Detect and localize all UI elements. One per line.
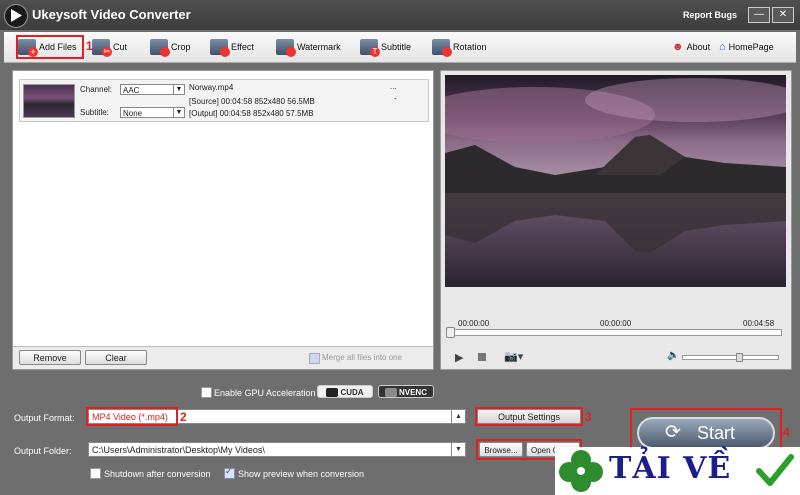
gpu-label: Enable GPU Acceleration bbox=[214, 388, 316, 398]
chevron-down-icon: ▼ bbox=[451, 443, 465, 456]
highlight-start bbox=[630, 408, 782, 452]
clear-button[interactable]: Clear bbox=[85, 350, 147, 365]
title-bar: Ukeysoft Video Converter Report Bugs — ✕ bbox=[0, 0, 800, 30]
volume-handle[interactable] bbox=[736, 353, 743, 362]
file-list-panel: Channel: AAC ▼ Subtitle: None ▼ Norway.m… bbox=[12, 70, 434, 370]
crop-icon bbox=[150, 39, 170, 57]
stop-icon[interactable] bbox=[478, 353, 486, 361]
cut-label: Cut bbox=[113, 42, 128, 52]
subtitle-icon: T bbox=[360, 39, 380, 57]
preview-label: Show preview when conversion bbox=[238, 469, 365, 479]
nvidia-icon bbox=[326, 388, 339, 398]
chevron-down-icon: ▼ bbox=[173, 108, 184, 117]
watermark-button[interactable]: Watermark bbox=[276, 37, 341, 57]
file-name: Norway.mp4 bbox=[189, 83, 234, 92]
channel-select[interactable]: AAC ▼ bbox=[120, 84, 185, 95]
play-icon[interactable]: ▶ bbox=[455, 351, 463, 364]
highlight-add-files bbox=[16, 35, 84, 59]
subtitle-button[interactable]: T Subtitle bbox=[360, 37, 411, 57]
homepage-label: HomePage bbox=[728, 42, 774, 52]
subtitle-value: None bbox=[123, 109, 143, 118]
output-folder-value: C:\Users\Administrator\Desktop\My Videos… bbox=[92, 445, 265, 455]
subtitle-label: Subtitle bbox=[381, 42, 412, 52]
source-info: [Source] 00:04:58 852x480 56.5MB bbox=[189, 97, 315, 106]
merge-label: Merge all files into one bbox=[322, 353, 403, 362]
file-list-actions: Remove Clear Merge all files into one bbox=[13, 346, 433, 369]
rotation-icon bbox=[432, 39, 452, 57]
about-link[interactable]: ☻ About bbox=[672, 37, 710, 57]
highlight-output-format bbox=[86, 407, 178, 426]
output-folder-input[interactable]: C:\Users\Administrator\Desktop\My Videos… bbox=[88, 442, 466, 457]
file-status: - bbox=[394, 94, 397, 103]
seek-handle[interactable] bbox=[446, 327, 455, 338]
check-icon bbox=[756, 454, 794, 486]
chevron-down-icon: ▼ bbox=[173, 85, 184, 94]
shutdown-checkbox[interactable] bbox=[90, 468, 101, 479]
minimize-button[interactable]: — bbox=[748, 7, 770, 23]
cuda-badge: CUDA bbox=[317, 385, 373, 398]
subtitle-select[interactable]: None ▼ bbox=[120, 107, 185, 118]
shutdown-label: Shutdown after conversion bbox=[104, 469, 211, 479]
nvenc-badge: NVENC bbox=[378, 385, 434, 398]
subtitle-track-label: Subtitle: bbox=[80, 108, 109, 117]
watermark-text: TẢI VỀ bbox=[609, 451, 732, 486]
merge-checkbox[interactable] bbox=[309, 353, 320, 364]
app-logo-icon bbox=[4, 4, 28, 28]
preview-panel: 00:00:00 00:00:00 00:04:58 ▶ 📷▾ 🔈 bbox=[440, 70, 792, 370]
channel-label: Channel: bbox=[80, 85, 113, 94]
checkmark-icon: ✓ bbox=[225, 466, 233, 476]
about-label: About bbox=[686, 42, 711, 52]
remove-button[interactable]: Remove bbox=[19, 350, 81, 365]
report-bugs-link[interactable]: Report Bugs bbox=[683, 10, 737, 20]
minimize-icon: — bbox=[754, 9, 764, 20]
cuda-label: CUDA bbox=[340, 388, 364, 397]
watermark-label: Watermark bbox=[297, 42, 341, 52]
annotation-4: 4 bbox=[783, 425, 790, 439]
app-title: Ukeysoft Video Converter bbox=[32, 7, 191, 22]
highlight-output-settings bbox=[475, 407, 583, 426]
gpu-checkbox[interactable] bbox=[201, 387, 212, 398]
current-time: 00:00:00 bbox=[458, 319, 490, 328]
output-format-label: Output Format: bbox=[14, 413, 75, 423]
close-icon: ✕ bbox=[778, 9, 788, 20]
cut-button[interactable]: ✂ Cut bbox=[92, 37, 127, 57]
chevron-up-icon: ▲ bbox=[451, 410, 465, 423]
rotation-button[interactable]: Rotation bbox=[432, 37, 487, 57]
effect-icon bbox=[210, 39, 230, 57]
video-preview bbox=[445, 75, 786, 287]
file-row[interactable]: Channel: AAC ▼ Subtitle: None ▼ Norway.m… bbox=[19, 79, 429, 122]
annotation-1: 1 bbox=[86, 39, 93, 53]
snapshot-camera-icon[interactable]: 📷▾ bbox=[504, 350, 523, 363]
rotation-label: Rotation bbox=[453, 42, 487, 52]
clover-icon bbox=[559, 450, 603, 492]
annotation-3: 3 bbox=[585, 410, 592, 424]
effect-button[interactable]: Effect bbox=[210, 37, 254, 57]
crop-button[interactable]: Crop bbox=[150, 37, 191, 57]
nvenc-label: NVENC bbox=[398, 388, 427, 397]
middle-time: 00:00:00 bbox=[600, 319, 632, 328]
channel-value: AAC bbox=[123, 86, 140, 95]
crop-label: Crop bbox=[171, 42, 191, 52]
toolbar: + Add Files ✂ Cut Crop Effect Watermark … bbox=[4, 32, 796, 63]
nvidia-icon bbox=[384, 388, 397, 398]
volume-icon[interactable]: 🔈 bbox=[667, 350, 679, 361]
output-folder-label: Output Folder: bbox=[14, 446, 72, 456]
volume-slider[interactable] bbox=[682, 353, 779, 362]
file-thumbnail bbox=[23, 84, 75, 118]
more-options[interactable]: ... bbox=[390, 82, 397, 91]
annotation-2: 2 bbox=[180, 410, 187, 424]
output-info: [Output] 00:04:58 852x480 57.5MB bbox=[189, 109, 314, 118]
watermark-banner: TẢI VỀ bbox=[555, 447, 800, 495]
home-icon: ⌂ bbox=[719, 41, 726, 53]
preview-checkbox[interactable]: ✓ bbox=[224, 466, 235, 479]
scissors-icon: ✂ bbox=[92, 39, 112, 57]
end-time: 00:04:58 bbox=[743, 319, 775, 328]
close-button[interactable]: ✕ bbox=[772, 7, 794, 23]
seek-bar[interactable] bbox=[446, 327, 782, 338]
homepage-link[interactable]: ⌂ HomePage bbox=[719, 37, 774, 57]
effect-label: Effect bbox=[231, 42, 254, 52]
about-icon: ☻ bbox=[672, 41, 684, 53]
watermark-icon bbox=[276, 39, 296, 57]
